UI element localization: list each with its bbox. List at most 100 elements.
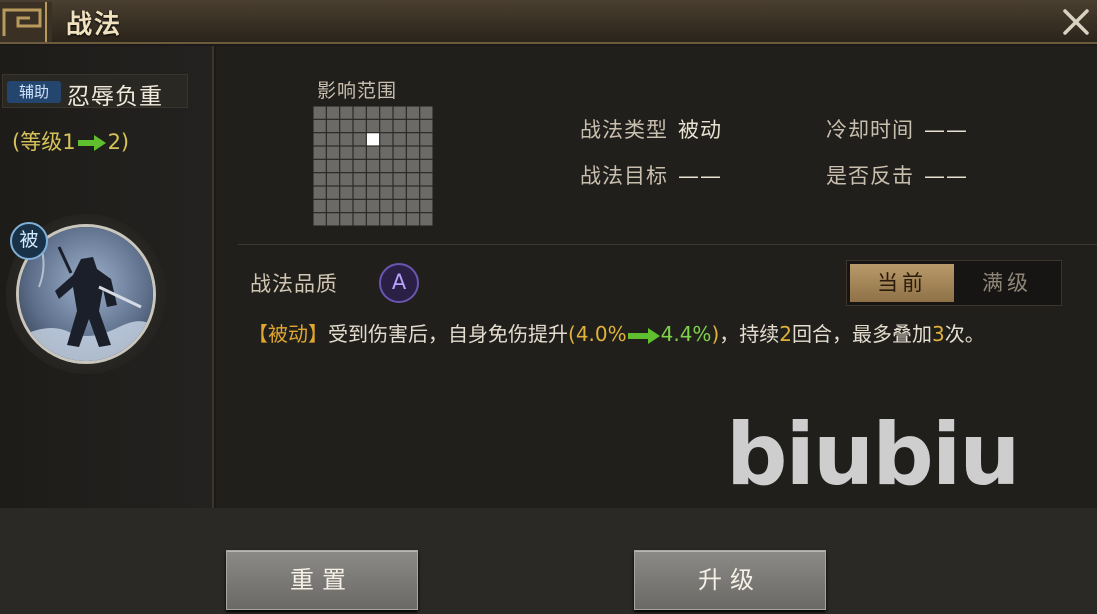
description-text-1: 受到伤害后，自身免伤提升 xyxy=(328,322,568,346)
range-cell xyxy=(393,146,406,159)
range-cell xyxy=(326,199,340,213)
range-cell xyxy=(406,199,420,213)
range-cell xyxy=(353,173,366,186)
range-cell xyxy=(406,106,420,119)
range-cell xyxy=(366,119,380,133)
passive-badge-icon: 被 xyxy=(10,222,48,260)
range-cell xyxy=(313,213,326,226)
arrow-right-icon xyxy=(627,327,660,344)
toggle-max-level[interactable]: 满级 xyxy=(955,264,1059,302)
range-cell xyxy=(420,119,433,133)
title-ornament-icon xyxy=(0,2,52,42)
range-cell xyxy=(380,146,393,159)
range-cell xyxy=(420,213,433,226)
level-view-toggle: 当前 满级 xyxy=(846,260,1062,306)
role-tag: 辅助 xyxy=(7,81,61,103)
range-cell xyxy=(326,173,340,186)
range-cell xyxy=(313,173,326,186)
skill-type-info: 战法类型 被动 xyxy=(580,114,722,144)
range-cell xyxy=(366,106,380,119)
quality-grade-badge: A xyxy=(379,263,419,303)
range-cell xyxy=(420,159,433,173)
range-cell xyxy=(326,186,340,199)
range-cell xyxy=(340,119,353,133)
range-cell xyxy=(366,173,380,186)
description-turns: 2 xyxy=(779,322,792,346)
range-cell-active xyxy=(366,133,380,146)
range-cell xyxy=(326,159,340,173)
range-cell xyxy=(353,133,366,146)
range-cell xyxy=(393,186,406,199)
description-value-from: 4.0% xyxy=(575,322,627,346)
range-cell xyxy=(406,133,420,146)
quality-label: 战法品质 xyxy=(250,272,338,296)
range-cell xyxy=(313,186,326,199)
range-cell xyxy=(313,199,326,213)
range-cell xyxy=(406,173,420,186)
range-cell xyxy=(340,159,353,173)
range-cell xyxy=(366,186,380,199)
description-text-3: 回合，最多叠加 xyxy=(791,322,932,346)
arrow-right-icon xyxy=(77,135,106,151)
range-cell xyxy=(380,106,393,119)
range-cell xyxy=(406,146,420,159)
counter-value: —— xyxy=(924,164,968,188)
range-cell xyxy=(366,199,380,213)
range-cell xyxy=(340,133,353,146)
range-cell xyxy=(406,119,420,133)
skill-type-label: 战法类型 xyxy=(580,118,668,142)
range-cell xyxy=(380,159,393,173)
range-cell xyxy=(420,199,433,213)
range-cell xyxy=(366,159,380,173)
cooldown-value: —— xyxy=(924,118,968,142)
range-cell xyxy=(326,119,340,133)
counter-label: 是否反击 xyxy=(826,164,914,188)
title-bar: 战法 xyxy=(0,0,1097,44)
range-cell xyxy=(313,146,326,159)
watermark: biubiu xyxy=(726,405,1021,505)
description-value-to: 4.4% xyxy=(660,322,712,346)
range-cell xyxy=(353,106,366,119)
range-cell xyxy=(326,146,340,159)
range-cell xyxy=(353,213,366,226)
range-cell xyxy=(353,146,366,159)
range-cell xyxy=(393,133,406,146)
level-prefix: (等级1 xyxy=(12,130,76,154)
range-cell xyxy=(340,199,353,213)
range-label: 影响范围 xyxy=(317,80,398,102)
upgrade-button[interactable]: 升级 xyxy=(634,550,826,610)
range-cell xyxy=(380,173,393,186)
level-suffix: 2) xyxy=(107,130,130,154)
skill-target-info: 战法目标 —— xyxy=(580,160,722,190)
window-title: 战法 xyxy=(66,10,123,40)
range-cell xyxy=(326,133,340,146)
range-cell xyxy=(380,133,393,146)
range-grid xyxy=(313,106,433,226)
range-cell xyxy=(420,173,433,186)
reset-button[interactable]: 重置 xyxy=(226,550,418,610)
counter-info: 是否反击 —— xyxy=(826,160,968,190)
skill-target-label: 战法目标 xyxy=(580,164,668,188)
range-cell xyxy=(380,213,393,226)
skill-name: 忍辱负重 xyxy=(67,84,163,110)
range-cell xyxy=(406,159,420,173)
range-cell xyxy=(406,213,420,226)
range-cell xyxy=(326,106,340,119)
range-cell xyxy=(420,133,433,146)
range-cell xyxy=(420,146,433,159)
range-cell xyxy=(313,119,326,133)
close-icon[interactable] xyxy=(1058,4,1094,40)
range-cell xyxy=(393,119,406,133)
range-cell xyxy=(340,186,353,199)
description-open-paren: ( xyxy=(568,322,576,346)
range-cell xyxy=(393,106,406,119)
range-cell xyxy=(313,133,326,146)
range-cell xyxy=(340,146,353,159)
description-text-2: ，持续 xyxy=(719,322,780,346)
skill-summary-panel: 辅助 忍辱负重 (等级1 2) 被 xyxy=(0,46,214,508)
description-tag: 【被动】 xyxy=(248,322,328,346)
toggle-current[interactable]: 当前 xyxy=(850,264,954,302)
range-cell xyxy=(353,199,366,213)
skill-name-row: 辅助 忍辱负重 xyxy=(2,74,188,110)
range-cell xyxy=(366,146,380,159)
